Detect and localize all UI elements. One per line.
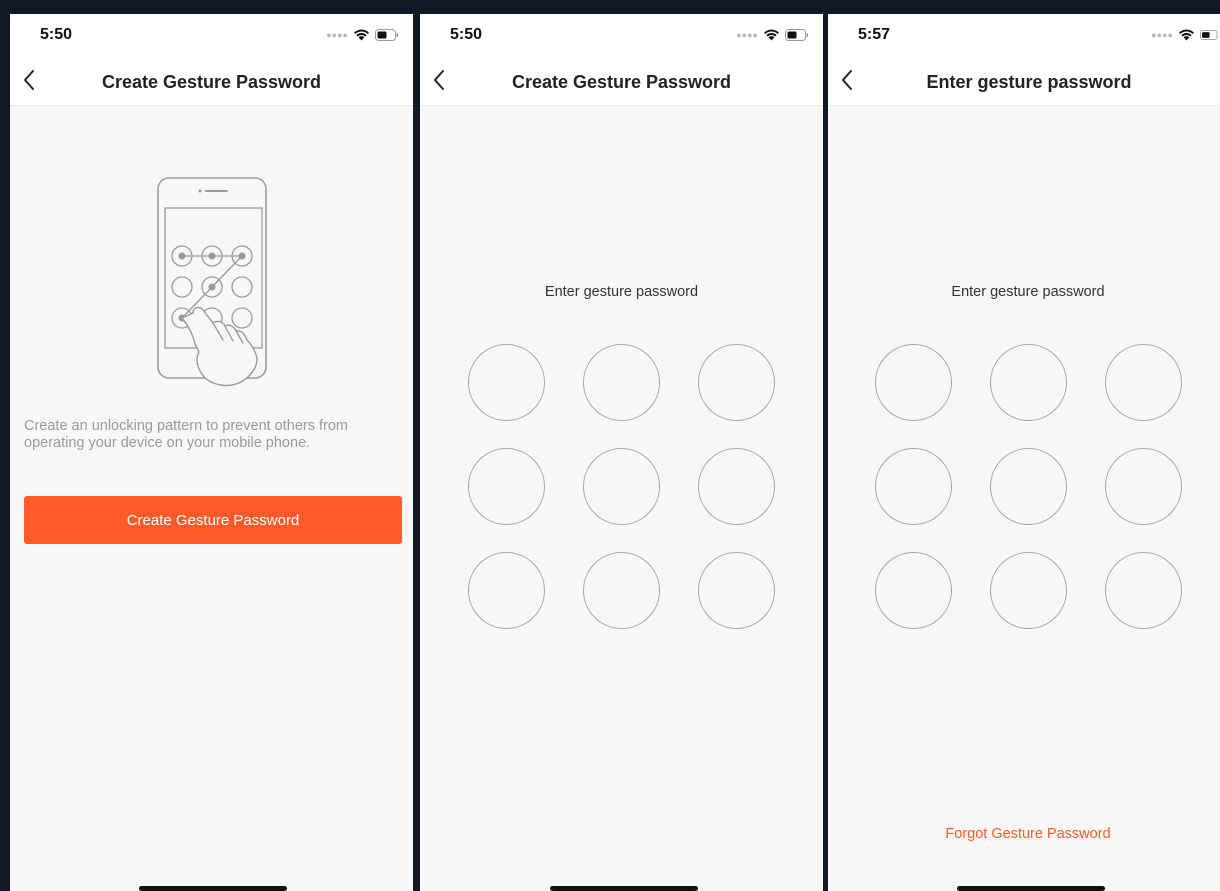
pattern-dot-8[interactable]: [583, 552, 660, 629]
create-gesture-password-button[interactable]: Create Gesture Password: [24, 496, 402, 544]
pattern-dot-6[interactable]: [1105, 448, 1182, 525]
status-time: 5:50: [40, 26, 73, 43]
pattern-dot-7[interactable]: [468, 552, 545, 629]
nav-bar: Create Gesture Password: [420, 56, 823, 106]
battery-icon: [1200, 29, 1218, 40]
status-bar: 5:57 ●●●●: [828, 14, 1220, 56]
pattern-dot-8[interactable]: [990, 552, 1067, 629]
status-bar: 5:50 ●●●●: [10, 14, 413, 56]
pattern-dot-7[interactable]: [875, 552, 952, 629]
pattern-prompt: Enter gesture password: [951, 284, 1105, 300]
wifi-icon: [354, 29, 369, 41]
page-title: Enter gesture password: [926, 72, 1132, 92]
status-icons: ●●●●: [1151, 28, 1220, 41]
pattern-dot-1[interactable]: [875, 344, 952, 421]
pattern-dot-1[interactable]: [468, 344, 545, 421]
pattern-dot-4[interactable]: [875, 448, 952, 525]
signal-icon: ●●●●: [326, 29, 348, 40]
pattern-dot-5[interactable]: [990, 448, 1067, 525]
page-title: Create Gesture Password: [101, 72, 322, 92]
pattern-dot-2[interactable]: [583, 344, 660, 421]
home-indicator: [957, 886, 1105, 891]
battery-icon: [375, 28, 399, 41]
gesture-pattern-grid[interactable]: [468, 344, 778, 634]
pattern-prompt: Enter gesture password: [544, 284, 699, 300]
nav-bar: Enter gesture password: [828, 56, 1220, 106]
home-indicator: [550, 886, 698, 891]
status-bar: 5:50 ●●●●: [420, 14, 823, 56]
signal-icon: ●●●●: [736, 29, 758, 40]
pattern-dot-4[interactable]: [468, 448, 545, 525]
pattern-dot-9[interactable]: [1105, 552, 1182, 629]
status-time: 5:57: [858, 26, 891, 43]
gesture-pattern-grid[interactable]: [875, 344, 1185, 634]
home-indicator: [139, 886, 287, 891]
phone-gesture-illustration: [157, 177, 267, 387]
wifi-icon: [1179, 29, 1194, 41]
pattern-dot-3[interactable]: [1105, 344, 1182, 421]
wifi-icon: [764, 29, 779, 41]
page-title: Create Gesture Password: [511, 72, 732, 92]
pattern-dot-9[interactable]: [698, 552, 775, 629]
pattern-dot-2[interactable]: [990, 344, 1067, 421]
intro-description: Create an unlocking pattern to prevent o…: [24, 418, 349, 451]
pattern-dot-5[interactable]: [583, 448, 660, 525]
battery-icon: [785, 28, 809, 41]
status-time: 5:50: [450, 26, 483, 43]
pattern-dot-6[interactable]: [698, 448, 775, 525]
screen-create-intro: 5:50 ●●●● Create Gesture Password Create…: [10, 14, 413, 891]
screen-create-pattern: 5:50 ●●●● Create Gesture Password Enter …: [420, 14, 823, 891]
status-icons: ●●●●: [736, 28, 809, 41]
status-icons: ●●●●: [326, 28, 399, 41]
forgot-gesture-password-link[interactable]: Forgot Gesture Password: [836, 826, 1220, 842]
nav-bar: Create Gesture Password: [10, 56, 413, 106]
pattern-dot-3[interactable]: [698, 344, 775, 421]
screen-enter-pattern: 5:57 ●●●● Enter gesture password Enter g…: [828, 14, 1220, 891]
signal-icon: ●●●●: [1151, 29, 1173, 40]
